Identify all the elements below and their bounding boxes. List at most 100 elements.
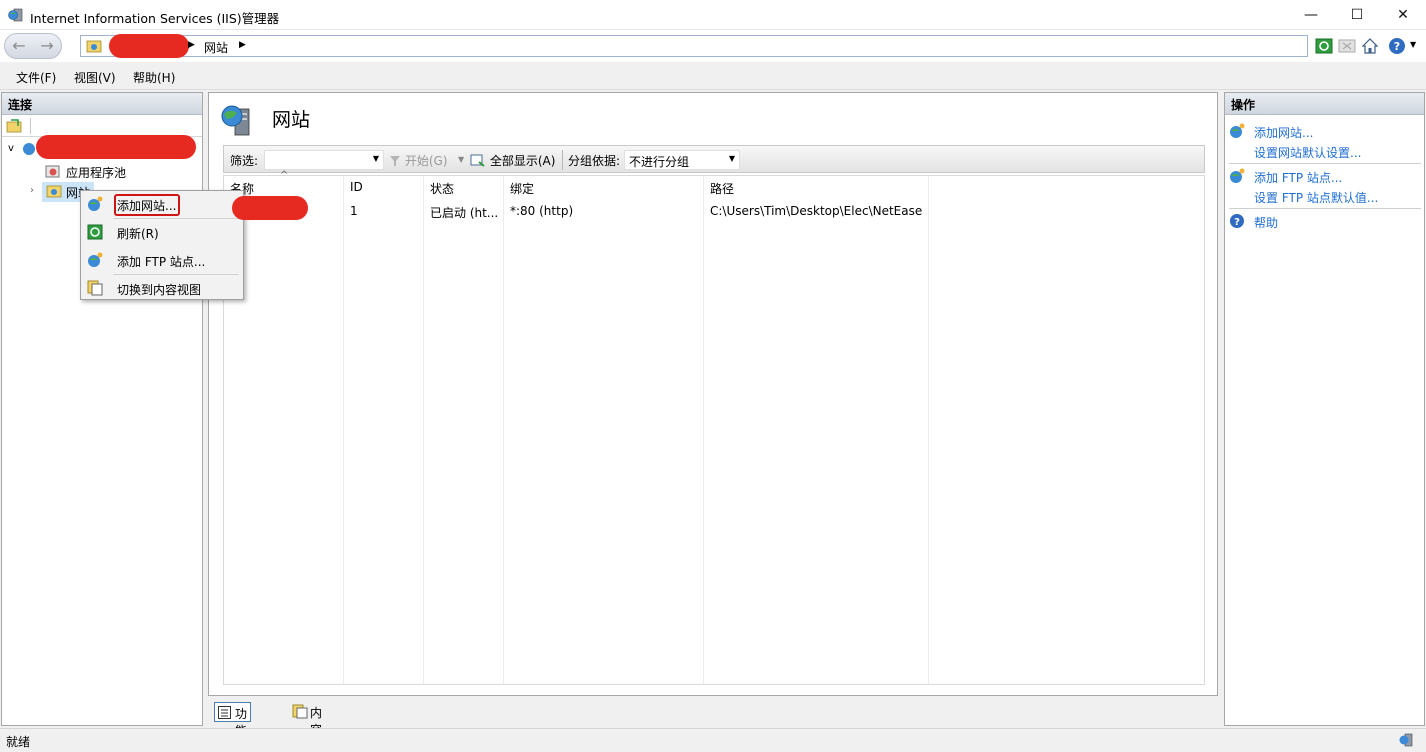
menu-bar: 文件(F) 视图(V) 帮助(H) <box>0 62 1426 90</box>
tab-content-view[interactable]: 内容视图 <box>290 702 325 752</box>
redacted-server-name <box>109 34 189 58</box>
start-filter-button[interactable]: 开始(G) <box>389 152 448 169</box>
action-add-ftp-site[interactable]: 添加 FTP 站点... <box>1254 169 1342 186</box>
tree-expand-server-icon[interactable]: v <box>8 143 14 154</box>
iis-app-icon <box>8 8 23 22</box>
action-website-defaults[interactable]: 设置网站默认设置... <box>1254 144 1361 161</box>
action-help[interactable]: 帮助 <box>1254 214 1278 231</box>
features-view-icon <box>218 706 231 719</box>
svg-text:?: ? <box>1234 217 1240 228</box>
svg-text:?: ? <box>1394 40 1400 53</box>
funnel-icon <box>390 156 400 166</box>
col-divider <box>928 176 929 684</box>
start-filter-label: 开始(G) <box>404 154 448 168</box>
start-dropdown-arrow-icon[interactable]: ▼ <box>458 155 464 164</box>
filter-toolbar: 筛选: ▼ 开始(G) ▼ 全部显示(A) 分组依据: 不进行分组 ▼ <box>223 145 1205 173</box>
show-all-label: 全部显示(A) <box>489 154 556 168</box>
filter-input[interactable]: ▼ <box>264 150 384 170</box>
address-input[interactable]: ▶ 网站 ▶ <box>80 34 1308 58</box>
toolbar-separator <box>30 118 31 134</box>
add-website-icon <box>88 196 103 211</box>
help-circle-icon: ? <box>1230 214 1244 228</box>
sites-table: ^ 名称 ID 状态 绑定 路径 1 已启动 (ht... *:80 (http… <box>223 170 1205 685</box>
show-all-icon <box>470 154 485 167</box>
help-icon[interactable]: ? <box>1388 37 1406 55</box>
ctx-add-ftp-site-label: 添加 FTP 站点... <box>117 255 206 269</box>
back-arrow-icon[interactable]: ← <box>6 34 32 56</box>
close-button[interactable]: ✕ <box>1380 0 1426 30</box>
refresh-icon[interactable] <box>1315 37 1333 55</box>
status-bar: 就绪 <box>0 728 1426 752</box>
connections-header: 连接 <box>2 93 202 115</box>
add-ftp-site-icon <box>88 252 103 267</box>
action-add-website[interactable]: 添加网站... <box>1254 124 1313 141</box>
title-bar: Internet Information Services (IIS)管理器 —… <box>0 0 1426 30</box>
filter-dropdown-arrow-icon[interactable]: ▼ <box>373 154 379 163</box>
tab-features-view[interactable]: 功能视图 <box>214 702 252 752</box>
context-menu: 添加网站... 刷新(R) 添加 FTP 站点... 切换到内容视图 <box>80 190 244 300</box>
col-divider <box>343 176 344 684</box>
breadcrumb-arrow-icon[interactable]: ▶ <box>188 40 195 50</box>
cell-status[interactable]: 已启动 (ht... <box>430 204 498 221</box>
home-icon[interactable] <box>1361 37 1379 55</box>
server-icon[interactable] <box>22 142 36 156</box>
ctx-add-website[interactable]: 添加网站... <box>83 192 241 216</box>
sort-ascending-icon: ^ <box>280 170 289 181</box>
ctx-switch-content-view-label: 切换到内容视图 <box>117 283 202 297</box>
status-connection-icon <box>1399 733 1413 747</box>
cell-path[interactable]: C:\Users\Tim\Desktop\Elec\NetEase <box>710 204 922 218</box>
group-by-label: 分组依据: <box>568 154 621 168</box>
ctx-refresh[interactable]: 刷新(R) <box>83 220 241 244</box>
breadcrumb-sites[interactable]: 网站 <box>204 39 228 56</box>
add-ftp-site-icon <box>1230 168 1245 183</box>
redacted-site-name <box>232 196 308 220</box>
actions-separator <box>1229 208 1421 209</box>
app-pool-icon <box>45 165 60 178</box>
page-title: 网站 <box>272 109 311 131</box>
menu-help[interactable]: 帮助(H) <box>133 69 175 86</box>
group-by-dropdown-arrow-icon[interactable]: ▼ <box>729 154 735 163</box>
annotation-highlight-box <box>114 194 180 216</box>
connect-icon[interactable] <box>6 118 22 134</box>
filter-separator <box>562 150 563 170</box>
ctx-refresh-label: 刷新(R) <box>117 227 159 241</box>
redacted-server-node <box>36 135 196 159</box>
action-ftp-defaults[interactable]: 设置 FTP 站点默认值... <box>1254 189 1378 206</box>
stop-icon[interactable] <box>1338 37 1356 55</box>
ctx-add-ftp-site[interactable]: 添加 FTP 站点... <box>83 248 241 272</box>
col-divider <box>423 176 424 684</box>
menu-file[interactable]: 文件(F) <box>16 69 56 86</box>
help-dropdown-arrow-icon[interactable]: ▼ <box>1410 40 1416 49</box>
column-header-binding[interactable]: 绑定 <box>510 180 534 197</box>
address-bar: ← → ▶ 网站 ▶ ? ▼ <box>0 30 1426 62</box>
cell-id[interactable]: 1 <box>350 204 358 218</box>
tree-item-app-pools[interactable]: 应用程序池 <box>66 164 126 181</box>
show-all-button[interactable]: 全部显示(A) <box>470 152 555 169</box>
filter-label: 筛选: <box>230 154 259 168</box>
actions-header: 操作 <box>1225 93 1424 115</box>
forward-arrow-icon[interactable]: → <box>34 34 60 56</box>
actions-pane: 操作 添加网站... 设置网站默认设置... 添加 FTP 站点... 设置 F… <box>1224 92 1425 726</box>
window-title: Internet Information Services (IIS)管理器 <box>30 11 280 26</box>
site-folder-icon <box>86 40 102 53</box>
minimize-button[interactable]: — <box>1288 0 1334 30</box>
col-divider <box>503 176 504 684</box>
ctx-separator <box>113 274 239 275</box>
group-by-value: 不进行分组 <box>629 155 690 169</box>
main-content-pane: 网站 筛选: ▼ 开始(G) ▼ 全部显示(A) 分组依据: 不进行分组 ▼ ^… <box>208 92 1218 696</box>
actions-separator <box>1229 163 1421 164</box>
status-text: 就绪 <box>6 735 31 749</box>
column-header-status[interactable]: 状态 <box>430 180 454 197</box>
content-view-icon <box>87 280 103 296</box>
maximize-button[interactable]: ☐ <box>1334 0 1380 30</box>
ctx-switch-content-view[interactable]: 切换到内容视图 <box>83 276 241 300</box>
tree-expand-sites-icon[interactable]: › <box>30 185 34 196</box>
column-header-id[interactable]: ID <box>350 180 363 194</box>
column-header-path[interactable]: 路径 <box>710 180 734 197</box>
menu-view[interactable]: 视图(V) <box>74 69 116 86</box>
sites-folder-icon <box>46 185 62 198</box>
group-by-select[interactable]: 不进行分组 ▼ <box>624 150 740 170</box>
cell-binding[interactable]: *:80 (http) <box>510 204 573 218</box>
content-view-icon <box>292 704 308 719</box>
breadcrumb-arrow-icon[interactable]: ▶ <box>239 40 246 50</box>
